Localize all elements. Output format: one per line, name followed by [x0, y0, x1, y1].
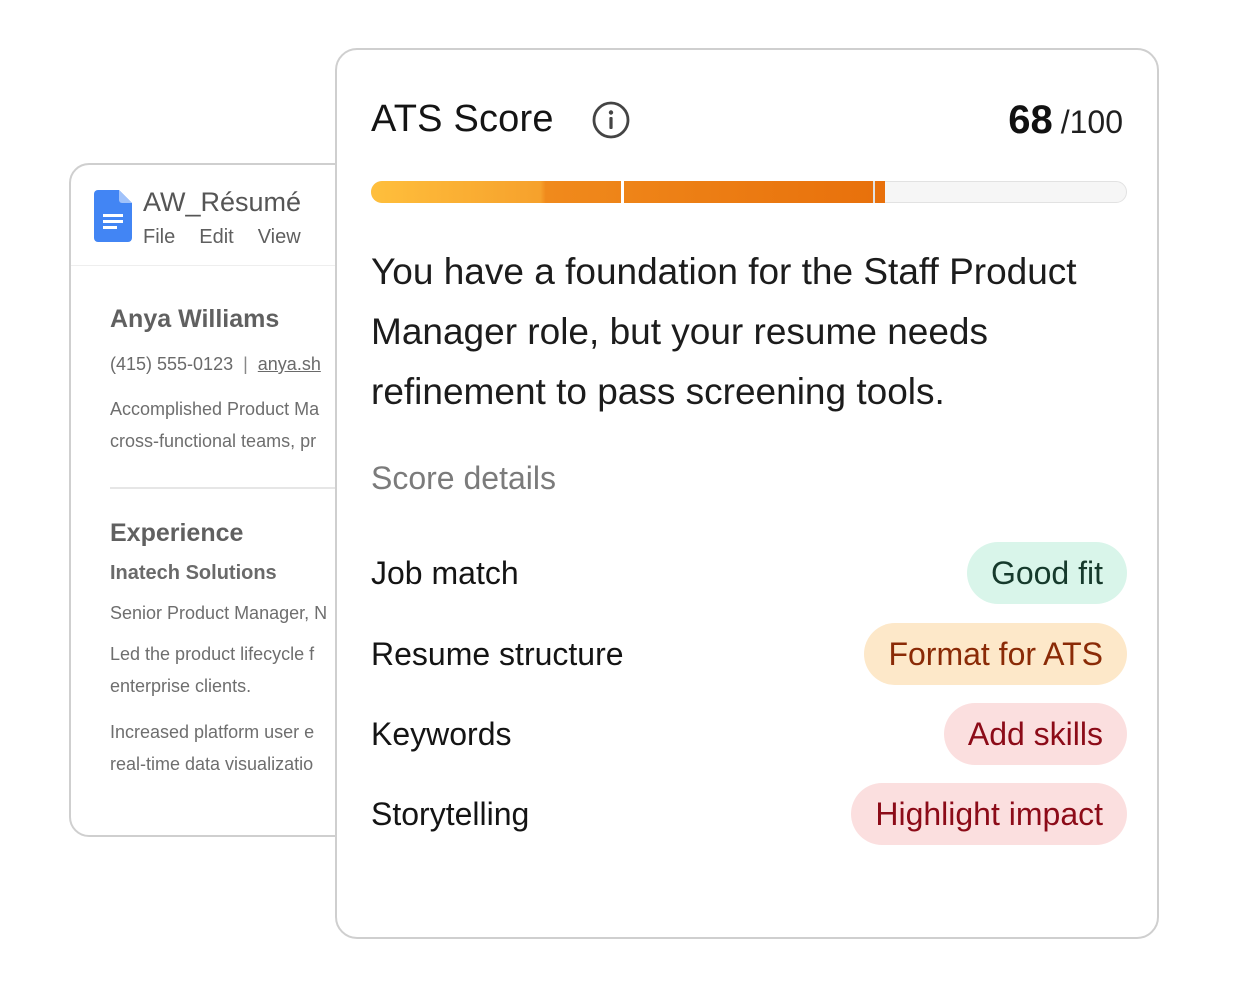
progress-segment-divider — [873, 181, 875, 203]
ats-score-card: ATS Score 68 /100 You have a foundation … — [335, 48, 1159, 939]
status-badge-good-fit[interactable]: Good fit — [966, 542, 1127, 604]
stage: AW_Résumé File Edit View Anya Williams (… — [0, 0, 1248, 1000]
score-value: 68 — [1008, 98, 1053, 142]
detail-row-keywords: Keywords Add skills — [371, 703, 1127, 765]
contact-separator: | — [243, 354, 248, 374]
google-docs-icon — [94, 190, 132, 242]
menu-view[interactable]: View — [258, 226, 301, 249]
ats-title: ATS Score — [371, 98, 554, 140]
status-badge-format-for-ats[interactable]: Format for ATS — [864, 623, 1127, 685]
menu-edit[interactable]: Edit — [199, 226, 233, 249]
resume-link[interactable]: anya.sh — [258, 354, 321, 374]
info-icon[interactable] — [592, 101, 630, 139]
status-badge-highlight-impact[interactable]: Highlight impact — [851, 783, 1127, 845]
detail-label: Job match — [371, 554, 519, 591]
progress-fill — [371, 181, 886, 203]
detail-row-storytelling: Storytelling Highlight impact — [371, 783, 1127, 845]
score-display: 68 /100 — [1008, 98, 1123, 143]
menu-file[interactable]: File — [143, 226, 175, 249]
status-badge-add-skills[interactable]: Add skills — [943, 703, 1127, 765]
score-details-heading: Score details — [371, 460, 556, 496]
detail-label: Resume structure — [371, 635, 624, 672]
document-title[interactable]: AW_Résumé — [143, 187, 301, 218]
detail-label: Storytelling — [371, 795, 530, 832]
detail-row-job-match: Job match Good fit — [371, 542, 1127, 604]
score-max: /100 — [1060, 104, 1123, 140]
document-menu-bar: File Edit View — [143, 226, 301, 249]
detail-label: Keywords — [371, 715, 512, 752]
detail-row-resume-structure: Resume structure Format for ATS — [371, 623, 1127, 685]
score-summary: You have a foundation for the Staff Prod… — [371, 251, 1077, 412]
resume-phone: (415) 555-0123 — [110, 354, 234, 374]
progress-segment-divider — [621, 181, 624, 203]
score-progress-bar — [371, 181, 1127, 203]
